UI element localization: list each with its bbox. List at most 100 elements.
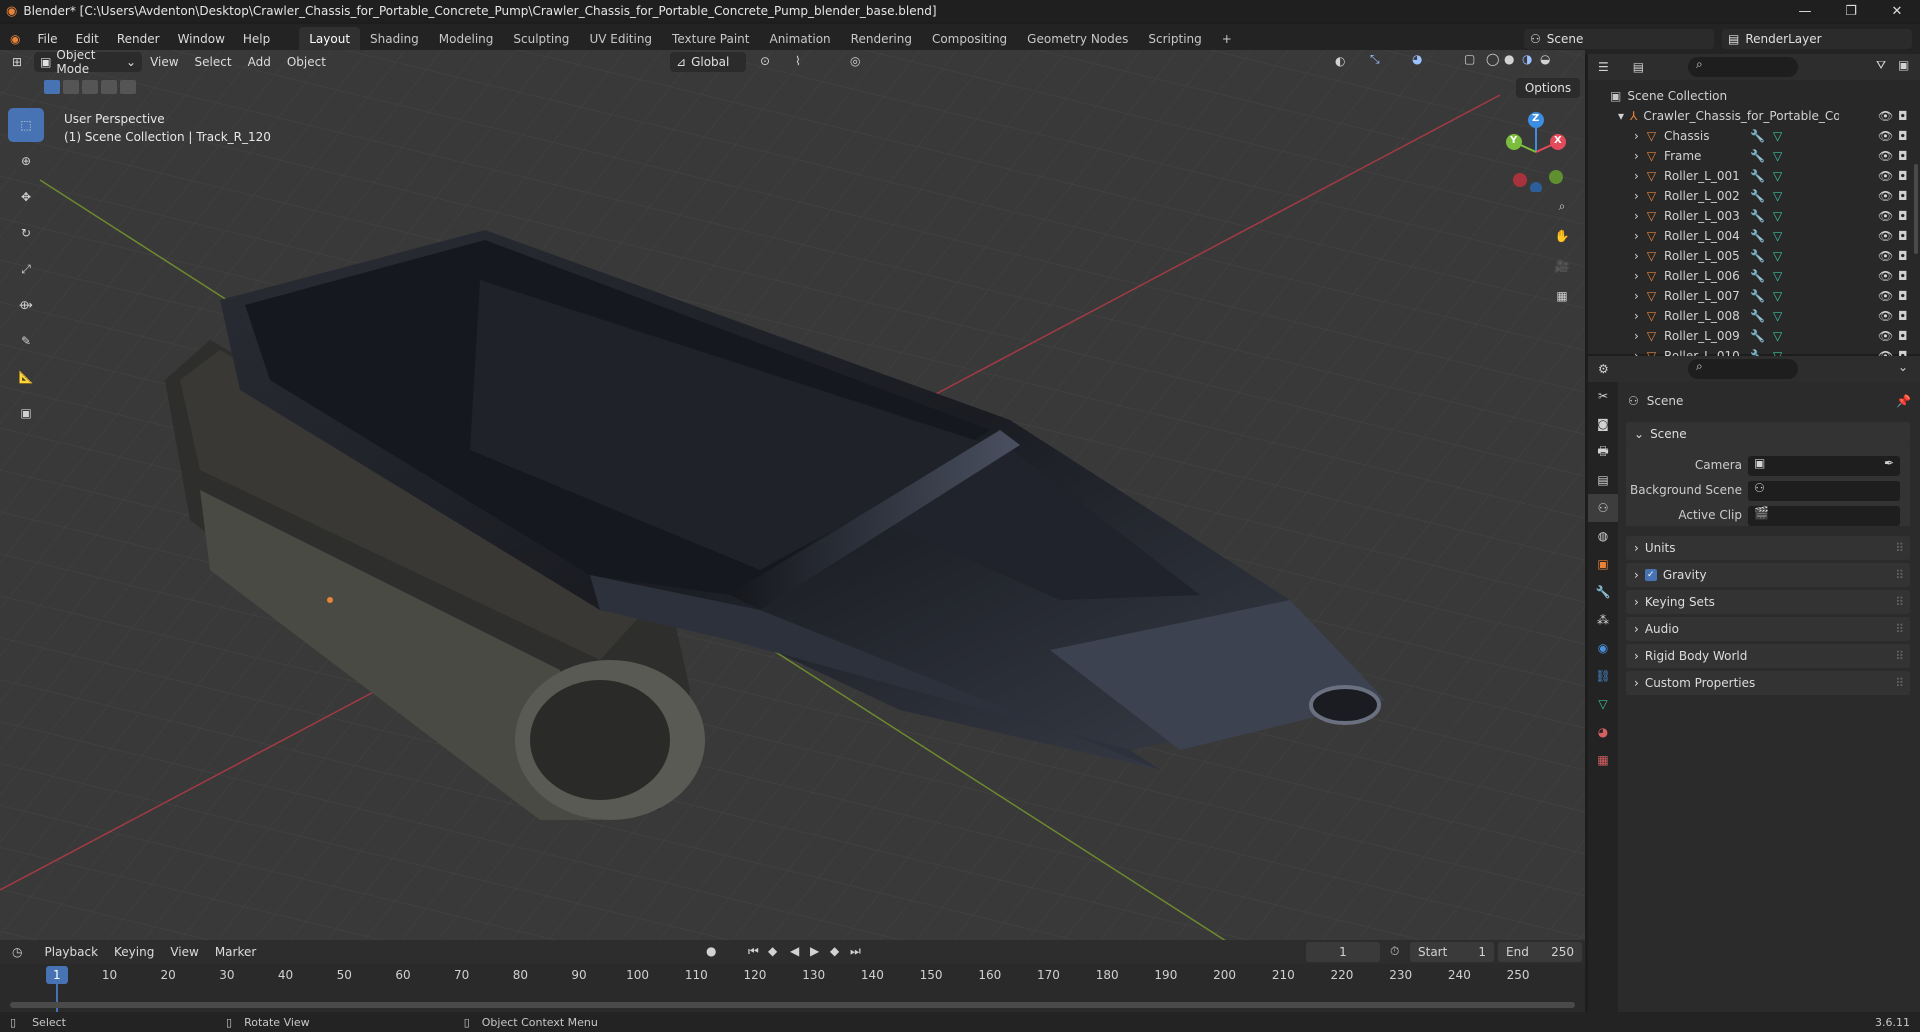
pin-icon[interactable]: 📌: [1896, 394, 1911, 408]
visibility-eye-icon[interactable]: 👁: [1878, 169, 1893, 183]
timeline-menu-keying[interactable]: Keying: [106, 945, 162, 959]
tab-texture-paint[interactable]: Texture Paint: [662, 27, 759, 51]
visibility-eye-icon[interactable]: 👁: [1878, 109, 1893, 123]
transform-tool-icon[interactable]: ⟴: [8, 288, 44, 322]
scale-tool-icon[interactable]: ⤢: [8, 252, 44, 286]
render-camera-icon[interactable]: ◘: [1898, 229, 1908, 243]
prev-keyframe-icon[interactable]: ◆: [768, 944, 777, 958]
start-frame-field[interactable]: Start 1: [1410, 942, 1494, 962]
camera-view-icon[interactable]: 🎥: [1548, 252, 1576, 280]
viewport-menu-select[interactable]: Select: [187, 55, 240, 69]
annotate-tool-icon[interactable]: ✎: [8, 324, 44, 358]
gizmo-toggle-icon[interactable]: ⤡: [1370, 52, 1380, 67]
outliner-row-object[interactable]: › ▽ Roller_L_002 🔧 ▽ 👁 ◘: [1588, 186, 1920, 206]
outliner-row-scene-collection[interactable]: ▣ Scene Collection: [1588, 86, 1920, 106]
render-camera-icon[interactable]: ◘: [1898, 289, 1908, 303]
visibility-eye-icon[interactable]: 👁: [1878, 209, 1893, 223]
outliner-row-object[interactable]: › ▽ Chassis 🔧 ▽ 👁 ◘: [1588, 126, 1920, 146]
timeline-menu-view[interactable]: View: [162, 945, 206, 959]
visibility-eye-icon[interactable]: 👁: [1878, 329, 1893, 343]
select-box-tool-icon[interactable]: ⬚: [8, 108, 44, 142]
properties-editor-icon[interactable]: ⚙: [1598, 362, 1609, 376]
render-camera-icon[interactable]: ◘: [1898, 329, 1908, 343]
viewport-menu-object[interactable]: Object: [279, 55, 334, 69]
orientation-dropdown[interactable]: ⊿ Global: [670, 52, 746, 72]
drag-handle-icon[interactable]: ⠿: [1895, 541, 1904, 555]
overlay-toggle-icon[interactable]: ◕: [1412, 52, 1422, 66]
visibility-eye-icon[interactable]: 👁: [1878, 309, 1893, 323]
expand-chevron-icon[interactable]: ›: [1634, 309, 1639, 323]
tab-rendering[interactable]: Rendering: [841, 27, 922, 51]
new-collection-icon[interactable]: ▣: [1898, 58, 1909, 72]
timeline-menu-marker[interactable]: Marker: [207, 945, 264, 959]
expand-chevron-icon[interactable]: ›: [1634, 149, 1639, 163]
visibility-eye-icon[interactable]: 👁: [1878, 289, 1893, 303]
current-frame-field[interactable]: 1: [1306, 942, 1380, 962]
particles-tab-icon[interactable]: ⁂: [1588, 606, 1618, 634]
modifier-tab-icon[interactable]: 🔧: [1588, 578, 1618, 606]
tab-sculpting[interactable]: Sculpting: [503, 27, 579, 51]
eyedropper-icon[interactable]: ✒: [1884, 456, 1894, 470]
render-camera-icon[interactable]: ◘: [1898, 149, 1908, 163]
next-keyframe-icon[interactable]: ◆: [830, 944, 839, 958]
filter-icon[interactable]: ⛛: [1876, 58, 1886, 73]
tool-tab-icon[interactable]: ✂: [1588, 382, 1618, 410]
object-tab-icon[interactable]: ▣: [1588, 550, 1618, 578]
outliner-row-object[interactable]: › ▽ Roller_L_007 🔧 ▽ 👁 ◘: [1588, 286, 1920, 306]
end-frame-field[interactable]: End 250: [1498, 942, 1582, 962]
outliner-search-input[interactable]: ⌕: [1688, 57, 1798, 77]
outliner-editor-icon[interactable]: ☰: [1598, 60, 1609, 74]
render-camera-icon[interactable]: ◘: [1898, 129, 1908, 143]
outliner-scrollbar[interactable]: [1914, 164, 1918, 254]
chevron-down-icon[interactable]: ⌄: [1898, 360, 1908, 374]
zoom-icon[interactable]: ⌕: [1548, 192, 1576, 220]
tab-modeling[interactable]: Modeling: [429, 27, 504, 51]
panel-keying-sets[interactable]: › Keying Sets ⠿: [1626, 590, 1910, 614]
select-extend-icon[interactable]: [63, 80, 79, 94]
viewport-menu-add[interactable]: Add: [240, 55, 279, 69]
xray-icon[interactable]: ▢: [1464, 52, 1475, 66]
render-camera-icon[interactable]: ◘: [1898, 269, 1908, 283]
snap-icon[interactable]: ⌇: [795, 54, 801, 68]
tab-geometry-nodes[interactable]: Geometry Nodes: [1017, 27, 1138, 51]
tab-layout[interactable]: Layout: [299, 27, 361, 51]
data-tab-icon[interactable]: ▽: [1588, 690, 1618, 718]
pan-hand-icon[interactable]: ✋: [1548, 222, 1576, 250]
outliner-row-object[interactable]: › ▽ Frame 🔧 ▽ 👁 ◘: [1588, 146, 1920, 166]
outliner-row-object[interactable]: › ▽ Roller_L_001 🔧 ▽ 👁 ◘: [1588, 166, 1920, 186]
tab-uv-editing[interactable]: UV Editing: [579, 27, 662, 51]
scene-selector[interactable]: ⚇ Scene: [1524, 29, 1714, 49]
add-workspace-button[interactable]: +: [1212, 27, 1242, 51]
drag-handle-icon[interactable]: ⠿: [1895, 622, 1904, 636]
select-subtract-icon[interactable]: [82, 80, 98, 94]
measure-tool-icon[interactable]: 📐: [8, 360, 44, 394]
outliner-row-collection[interactable]: ▾ ⅄ Crawler_Chassis_for_Portable_Concret…: [1588, 106, 1920, 126]
blender-menu-icon[interactable]: ◉: [0, 32, 28, 46]
render-camera-icon[interactable]: ◘: [1898, 249, 1908, 263]
editor-type-icon[interactable]: ⊞: [0, 55, 30, 69]
expand-chevron-icon[interactable]: ▾: [1618, 109, 1624, 123]
play-icon[interactable]: ▶: [810, 944, 819, 958]
play-reverse-icon[interactable]: ◀: [790, 944, 799, 958]
3d-viewport[interactable]: ⊞ ▣ Object Mode ⌄ View Select Add Object…: [0, 50, 1585, 940]
timeline-menu-playback[interactable]: Playback: [36, 945, 106, 959]
scene-panel-header[interactable]: ⌄ Scene: [1626, 422, 1910, 446]
panel-gravity[interactable]: › ✓ Gravity ⠿: [1626, 563, 1910, 587]
select-invert-icon[interactable]: [101, 80, 117, 94]
expand-chevron-icon[interactable]: ›: [1634, 269, 1639, 283]
add-cube-tool-icon[interactable]: ▣: [8, 396, 44, 430]
panel-custom-properties[interactable]: › Custom Properties ⠿: [1626, 671, 1910, 695]
render-camera-icon[interactable]: ◘: [1898, 189, 1908, 203]
visibility-eye-icon[interactable]: 👁: [1878, 269, 1893, 283]
stopwatch-icon[interactable]: ⏱: [1390, 944, 1399, 959]
jump-end-icon[interactable]: ⏭: [850, 944, 861, 959]
tab-shading[interactable]: Shading: [360, 27, 429, 51]
proportional-edit-icon[interactable]: ◎: [850, 54, 860, 68]
visibility-eye-icon[interactable]: 👁: [1878, 129, 1893, 143]
view-layer-selector[interactable]: ▤ RenderLayer: [1722, 29, 1912, 49]
outliner-row-object[interactable]: › ▽ Roller_L_003 🔧 ▽ 👁 ◘: [1588, 206, 1920, 226]
world-tab-icon[interactable]: ◍: [1588, 522, 1618, 550]
outliner-row-object[interactable]: › ▽ Roller_L_009 🔧 ▽ 👁 ◘: [1588, 326, 1920, 346]
expand-chevron-icon[interactable]: ›: [1634, 329, 1639, 343]
material-tab-icon[interactable]: ◕: [1588, 718, 1618, 746]
